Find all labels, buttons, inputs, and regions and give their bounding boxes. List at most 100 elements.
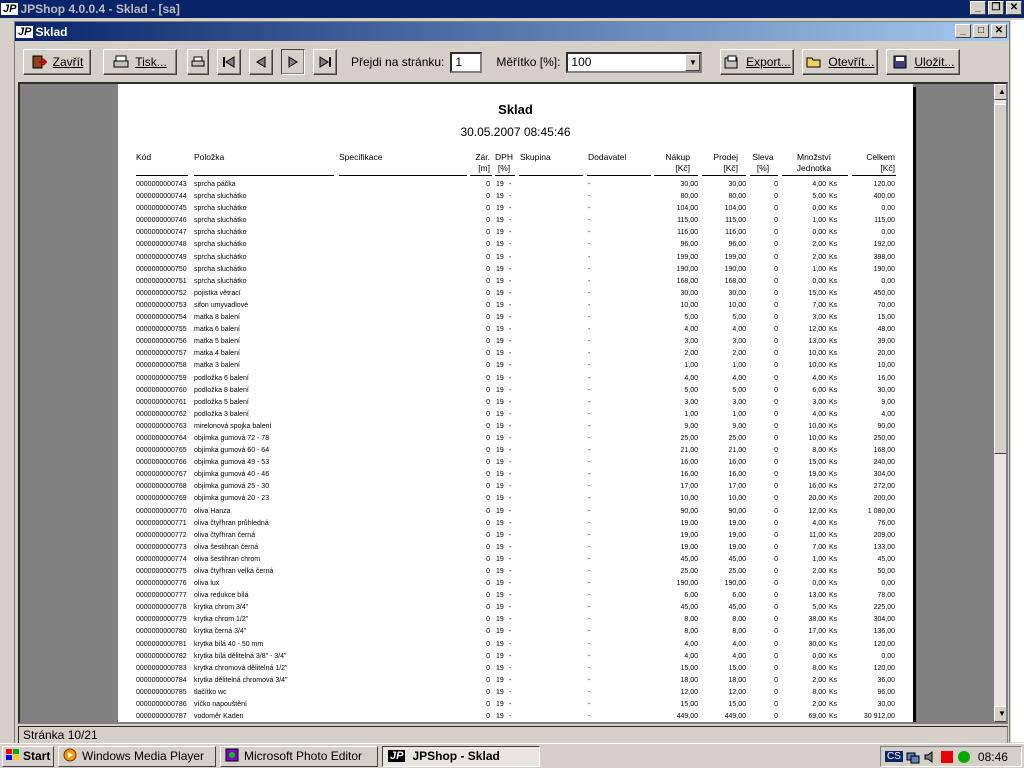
task-jpshop[interactable]: JP JPShop - Sklad xyxy=(382,745,540,767)
task-label: Microsoft Photo Editor xyxy=(244,749,363,763)
volume-icon[interactable] xyxy=(923,750,937,764)
cell-nakup: 18,00 xyxy=(680,676,698,684)
cell-dodavatel: - xyxy=(588,495,591,503)
next-page-button[interactable] xyxy=(281,49,305,75)
prev-page-button[interactable] xyxy=(249,49,273,75)
cell-jednotka: Ks xyxy=(829,568,838,575)
cell-mnozstvi: 20,00 xyxy=(808,495,826,503)
cell-zar: 0 xyxy=(486,374,490,382)
scale-select[interactable]: 100 ▼ xyxy=(566,51,703,73)
window-title: Sklad xyxy=(35,24,68,39)
cell-polozka: podložka 6 balení xyxy=(194,374,249,382)
cell-sleva: 0 xyxy=(774,616,778,624)
cell-skupina: - xyxy=(509,543,512,551)
cell-jednotka: Ks xyxy=(829,422,838,430)
app-close-button[interactable]: ✕ xyxy=(1006,1,1022,15)
cell-kod: 0000000000780 xyxy=(136,628,187,636)
last-page-button[interactable] xyxy=(313,49,337,75)
col-zar-header-1: Zár. xyxy=(475,152,490,162)
cell-zar: 0 xyxy=(486,193,490,201)
language-indicator[interactable]: CS xyxy=(885,751,903,762)
report-page: Sklad 30.05.2007 08:45:46 Kód Položka Sp… xyxy=(118,84,913,722)
cell-kod: 0000000000745 xyxy=(136,205,187,213)
cell-celkem: 133,00 xyxy=(873,543,895,551)
cell-jednotka: Ks xyxy=(829,181,838,188)
close-report-button[interactable]: Zavřít xyxy=(23,49,91,75)
cell-mnozstvi: 12,00 xyxy=(808,507,826,515)
cell-skupina: - xyxy=(509,447,512,455)
first-page-button[interactable] xyxy=(217,49,241,75)
window-minimize-button[interactable]: _ xyxy=(955,24,971,38)
cell-dodavatel: - xyxy=(588,604,591,612)
cell-polozka: víčko napouštění xyxy=(194,701,247,709)
cell-prodej: 16,00 xyxy=(728,471,746,479)
save-button[interactable]: Uložit... xyxy=(886,49,961,75)
cell-skupina: - xyxy=(509,410,512,418)
cell-mnozstvi: 4,00 xyxy=(812,374,826,382)
cell-nakup: 25,00 xyxy=(680,434,698,442)
cell-nakup: 104,00 xyxy=(676,205,698,213)
cell-jednotka: Ks xyxy=(829,495,838,503)
cell-kod: 0000000000762 xyxy=(136,410,187,418)
cell-jednotka: Ks xyxy=(829,374,838,382)
close-report-label: Zavřít xyxy=(52,55,84,69)
cell-skupina: - xyxy=(509,386,512,394)
report-title: Sklad xyxy=(498,102,533,117)
scroll-thumb[interactable] xyxy=(994,104,1006,454)
scroll-up-button[interactable]: ▲ xyxy=(994,84,1006,100)
cell-mnozstvi: 13,00 xyxy=(808,592,826,600)
cell-jednotka: Ks xyxy=(829,713,838,721)
cell-celkem: 90,00 xyxy=(877,422,895,430)
cell-sleva: 0 xyxy=(774,531,778,539)
print-setup-button[interactable] xyxy=(187,49,209,75)
scroll-down-button[interactable]: ▼ xyxy=(994,706,1006,722)
cell-prodej: 3,00 xyxy=(732,398,746,406)
task-windows-media-player[interactable]: Windows Media Player xyxy=(58,745,216,767)
table-row: 0000000000772 oliva čtyřhran černá 0 19- -19… xyxy=(118,530,913,542)
media-player-icon xyxy=(63,748,77,765)
cell-nakup: 80,00 xyxy=(680,193,698,201)
cell-celkem: 192,00 xyxy=(873,241,895,249)
window-close-button[interactable]: ✕ xyxy=(991,24,1007,38)
cell-skupina: - xyxy=(509,688,512,696)
goto-page-input[interactable]: 1 xyxy=(450,51,483,73)
cell-skupina: - xyxy=(509,277,512,285)
cell-zar: 0 xyxy=(486,386,490,394)
app-restore-button[interactable]: ❐ xyxy=(988,1,1004,15)
network-icon[interactable] xyxy=(906,750,920,764)
cell-kod: 0000000000743 xyxy=(136,181,187,188)
vertical-scrollbar[interactable]: ▲ ▼ xyxy=(994,84,1006,722)
cell-jednotka: Ks xyxy=(829,447,838,455)
cell-zar: 0 xyxy=(486,483,490,491)
cell-prodej: 199,00 xyxy=(724,253,746,261)
app-tray-icon[interactable] xyxy=(957,750,971,764)
cell-prodej: 25,00 xyxy=(728,434,746,442)
cell-zar: 0 xyxy=(486,350,490,358)
col-dph-header: DPH [%] xyxy=(494,152,514,174)
cell-celkem: 304,00 xyxy=(873,471,895,479)
cell-zar: 0 xyxy=(486,604,490,612)
cell-celkem: 30,00 xyxy=(877,701,895,709)
chevron-down-icon[interactable]: ▼ xyxy=(685,53,701,71)
open-button[interactable]: Otevřít... xyxy=(802,49,879,75)
cell-zar: 0 xyxy=(486,676,490,684)
header-underline xyxy=(519,175,583,176)
cell-kod: 0000000000761 xyxy=(136,398,187,406)
cell-polozka: krytka bílá dělitelná 3/8" - 3/4" xyxy=(194,652,287,660)
cell-prodej: 19,00 xyxy=(728,531,746,539)
cell-skupina: - xyxy=(509,193,512,201)
export-button[interactable]: Export... xyxy=(720,49,795,75)
print-button[interactable]: Tisk... xyxy=(103,49,177,75)
cell-zar: 0 xyxy=(486,471,490,479)
window-maximize-button[interactable]: □ xyxy=(973,24,989,38)
antivirus-icon[interactable] xyxy=(940,750,954,764)
start-button[interactable]: Start xyxy=(2,745,54,767)
task-photo-editor[interactable]: Microsoft Photo Editor xyxy=(220,745,378,767)
cell-nakup: 4,00 xyxy=(684,326,698,334)
cell-kod: 0000000000783 xyxy=(136,664,187,672)
cell-sleva: 0 xyxy=(774,519,778,527)
cell-celkem: 16,00 xyxy=(877,374,895,382)
cell-nakup: 5,00 xyxy=(684,386,698,394)
app-minimize-button[interactable]: _ xyxy=(970,1,986,15)
cell-celkem: 45,00 xyxy=(877,555,895,563)
